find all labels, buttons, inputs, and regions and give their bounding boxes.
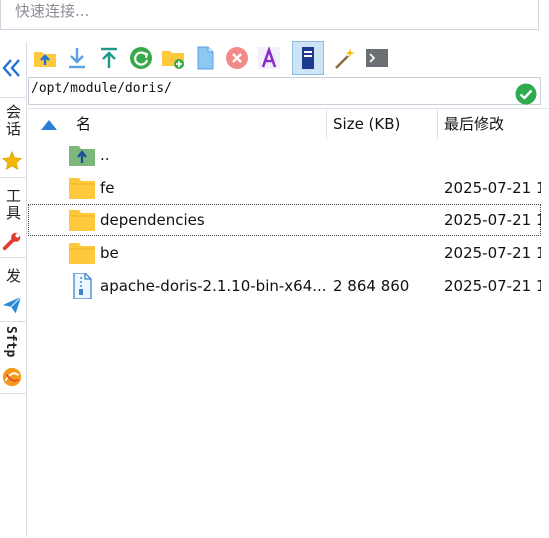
sftp-toolbar <box>28 40 549 76</box>
refresh-icon <box>130 47 152 69</box>
table-row[interactable]: apache-doris-2.1.10-bin-x64.... 2 864 86… <box>28 270 541 302</box>
file-name: dependencies <box>100 211 205 229</box>
tab-sessions-label: 会话 <box>4 104 22 138</box>
file-name: .. <box>100 146 110 164</box>
file-list: 名 Size (KB) 最后修改 .. fe 2025-07-21 1 depe… <box>28 108 549 538</box>
refresh-button[interactable] <box>128 45 154 71</box>
tab-sessions[interactable]: 会话 <box>0 98 26 176</box>
parent-directory-icon <box>69 146 95 166</box>
upload-button[interactable] <box>96 45 122 71</box>
terminal-button[interactable] <box>364 45 390 71</box>
rename-button[interactable] <box>256 45 282 71</box>
new-folder-button[interactable] <box>160 45 186 71</box>
file-name: fe <box>100 179 115 197</box>
double-chevron-left-icon <box>2 59 20 77</box>
download-button[interactable] <box>64 45 90 71</box>
file-modified: 2025-07-21 1 <box>444 211 541 229</box>
tab-send-label: 发 <box>4 268 22 285</box>
wrench-icon <box>2 232 21 251</box>
check-icon[interactable] <box>515 83 537 105</box>
delete-button[interactable] <box>224 45 250 71</box>
file-name: be <box>100 244 119 262</box>
table-row[interactable]: be 2025-07-21 1 <box>28 237 541 269</box>
sort-ascending-icon[interactable] <box>41 120 57 130</box>
path-bar[interactable]: /opt/module/doris/ <box>28 77 541 105</box>
new-file-icon <box>197 46 214 70</box>
folder-icon <box>69 178 95 199</box>
column-header-modified[interactable]: 最后修改 <box>444 109 504 139</box>
sftp-icon <box>2 367 22 387</box>
view-mode-button[interactable] <box>292 41 324 75</box>
new-folder-icon <box>162 51 184 69</box>
folder-icon <box>69 210 95 231</box>
folder-icon <box>69 243 95 264</box>
file-modified: 2025-07-21 1 <box>444 179 541 197</box>
file-name: apache-doris-2.1.10-bin-x64.... <box>100 277 326 295</box>
parent-folder-button[interactable] <box>32 45 58 71</box>
column-header-size[interactable]: Size (KB) <box>333 109 400 139</box>
tab-tools[interactable]: 工具 <box>0 178 26 256</box>
parent-folder-icon <box>34 52 56 67</box>
file-modified: 2025-07-21 1 <box>444 277 541 295</box>
rename-icon <box>258 46 280 69</box>
download-icon <box>69 48 85 69</box>
left-tab-strip: 会话 工具 发 Sftp <box>0 42 27 537</box>
quick-connect-placeholder: 快速连接... <box>15 2 90 20</box>
table-row[interactable]: dependencies 2025-07-21 1 <box>28 204 541 236</box>
wand-button[interactable] <box>332 45 358 71</box>
quick-connect-input[interactable]: 快速连接... <box>0 0 539 30</box>
column-header-name[interactable]: 名 <box>76 109 91 139</box>
archive-file-icon <box>73 273 92 299</box>
terminal-icon <box>366 49 388 67</box>
tab-tools-label: 工具 <box>4 188 22 222</box>
collapse-sidebar-button[interactable] <box>0 52 26 82</box>
current-path[interactable]: /opt/module/doris/ <box>31 81 172 96</box>
wand-icon <box>335 48 355 69</box>
table-row[interactable]: .. <box>28 139 541 171</box>
table-row[interactable]: fe 2025-07-21 1 <box>28 172 541 204</box>
file-modified: 2025-07-21 1 <box>444 244 541 262</box>
tab-sftp[interactable]: Sftp <box>0 322 26 392</box>
tab-sftp-label: Sftp <box>3 326 18 358</box>
paper-plane-icon <box>2 296 22 314</box>
view-mode-icon <box>302 47 314 69</box>
delete-icon <box>226 47 248 69</box>
star-icon <box>1 150 23 171</box>
tab-send[interactable]: 发 <box>0 258 26 320</box>
upload-icon <box>101 47 117 68</box>
new-file-button[interactable] <box>192 45 218 71</box>
file-size: 2 864 860 <box>333 277 410 295</box>
